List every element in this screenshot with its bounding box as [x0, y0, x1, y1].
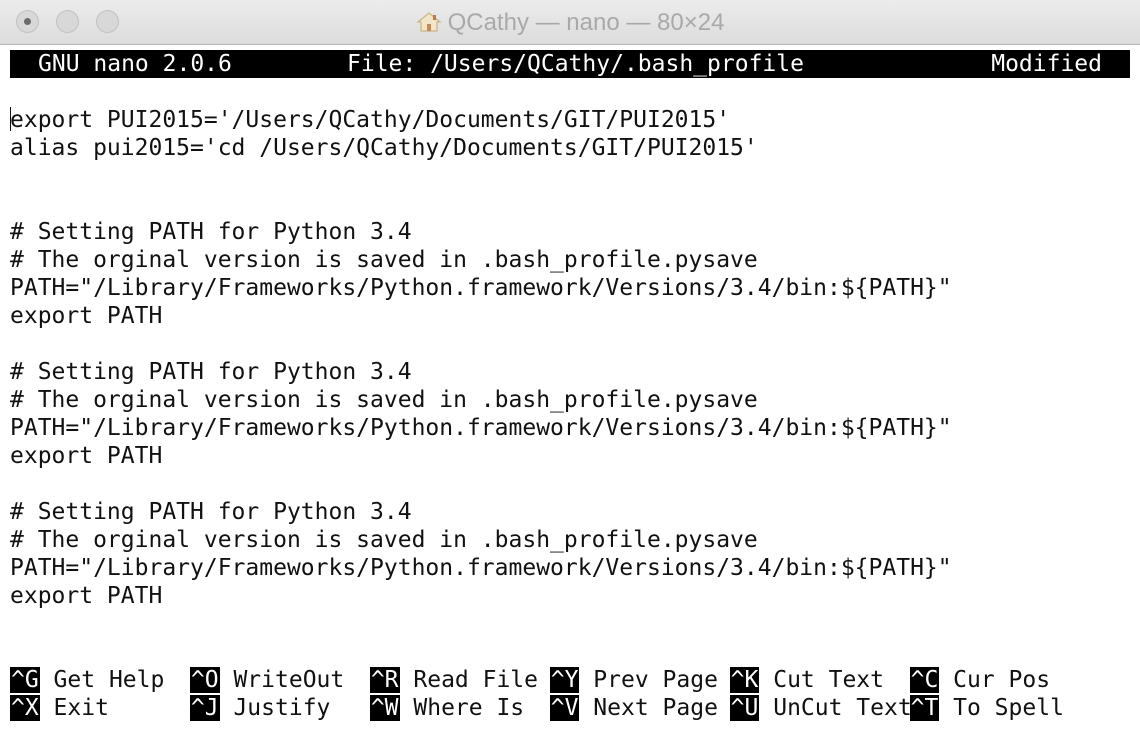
- shortcut-key: ^X: [10, 695, 40, 721]
- shortcut-label: Prev Page: [579, 667, 718, 693]
- shortcut-label: Read File: [399, 667, 539, 693]
- editor-line[interactable]: export PATH: [10, 302, 1130, 330]
- shortcut-key: ^U: [729, 695, 760, 721]
- editor-line[interactable]: export PATH: [10, 582, 1130, 610]
- editor-line[interactable]: # The orginal version is saved in .bash_…: [10, 526, 1130, 554]
- shortcut-justify[interactable]: ^J Justify: [189, 694, 331, 722]
- shortcut-key: ^R: [369, 667, 400, 693]
- shortcut-read-file[interactable]: ^R Read File: [369, 666, 539, 694]
- nano-version: GNU nano 2.0.6: [38, 51, 232, 77]
- shortcut-key: ^C: [909, 667, 940, 693]
- editor-line[interactable]: [10, 470, 1130, 498]
- shortcut-label: Cut Text: [759, 667, 884, 693]
- editor-line[interactable]: PATH="/Library/Frameworks/Python.framewo…: [10, 274, 1130, 302]
- editor-line[interactable]: [10, 78, 1130, 106]
- shortcut-cut-text[interactable]: ^K Cut Text: [729, 666, 884, 694]
- shortcut-to-spell[interactable]: ^T To Spell: [909, 694, 1064, 722]
- shortcut-key: ^V: [549, 695, 580, 721]
- shortcut-key: ^Y: [549, 667, 580, 693]
- editor-line[interactable]: PATH="/Library/Frameworks/Python.framewo…: [10, 414, 1130, 442]
- shortcut-key: ^J: [189, 695, 220, 721]
- home-folder-icon: [415, 11, 442, 33]
- shortcut-key: ^G: [10, 667, 40, 693]
- shortcut-label: Where Is: [399, 695, 525, 721]
- editor-line[interactable]: # The orginal version is saved in .bash_…: [10, 386, 1130, 414]
- nano-editor[interactable]: GNU nano 2.0.6 File: /Users/QCathy/.bash…: [10, 50, 1130, 610]
- editor-line[interactable]: # Setting PATH for Python 3.4: [10, 218, 1130, 246]
- editor-line[interactable]: export PATH: [10, 442, 1130, 470]
- shortcut-get-help[interactable]: ^G Get Help: [10, 666, 164, 694]
- window-title-container: QCathy — nano — 80×24: [0, 8, 1140, 38]
- shortcut-key: ^T: [909, 695, 940, 721]
- shortcut-next-page[interactable]: ^V Next Page: [549, 694, 718, 722]
- shortcut-label: Cur Pos: [939, 667, 1051, 693]
- editor-line[interactable]: [10, 162, 1130, 190]
- shortcut-key: ^O: [189, 667, 220, 693]
- shortcut-row-2: ^X Exit ^J Justify ^W Where Is ^V Next Page…: [10, 694, 1130, 722]
- title-bar[interactable]: QCathy — nano — 80×24: [0, 0, 1140, 45]
- shortcut-label: WriteOut: [219, 667, 345, 693]
- shortcut-bar: ^G Get Help ^O WriteOut ^R Read File ^Y Pre…: [10, 666, 1130, 722]
- shortcut-uncut-text[interactable]: ^U UnCut Text: [729, 694, 912, 722]
- shortcut-prev-page[interactable]: ^Y Prev Page: [549, 666, 718, 694]
- shortcut-label: Get Help: [39, 667, 165, 693]
- editor-line[interactable]: [10, 190, 1130, 218]
- shortcut-label: UnCut Text: [759, 695, 912, 721]
- shortcut-key: ^K: [729, 667, 760, 693]
- modified-indicator: Modified: [991, 51, 1102, 77]
- shortcut-row-1: ^G Get Help ^O WriteOut ^R Read File ^Y Pre…: [10, 666, 1130, 694]
- shortcut-where-is[interactable]: ^W Where Is: [369, 694, 525, 722]
- editor-line[interactable]: # The orginal version is saved in .bash_…: [10, 246, 1130, 274]
- editor-line[interactable]: # Setting PATH for Python 3.4: [10, 358, 1130, 386]
- editor-text-area[interactable]: export PUI2015='/Users/QCathy/Documents/…: [10, 78, 1130, 610]
- nano-status-bar: GNU nano 2.0.6 File: /Users/QCathy/.bash…: [10, 50, 1130, 78]
- shortcut-key: ^W: [369, 695, 400, 721]
- shortcut-label: Exit: [39, 695, 109, 721]
- editor-line[interactable]: export PUI2015='/Users/QCathy/Documents/…: [10, 106, 1130, 134]
- shortcut-cur-pos[interactable]: ^C Cur Pos: [909, 666, 1051, 694]
- shortcut-label: To Spell: [939, 695, 1064, 721]
- shortcut-writeout[interactable]: ^O WriteOut: [189, 666, 345, 694]
- editor-line[interactable]: alias pui2015='cd /Users/QCathy/Document…: [10, 134, 1130, 162]
- editor-line[interactable]: # Setting PATH for Python 3.4: [10, 498, 1130, 526]
- shortcut-label: Justify: [219, 695, 331, 721]
- editor-line[interactable]: [10, 330, 1130, 358]
- shortcut-label: Next Page: [579, 695, 718, 721]
- terminal-window: QCathy — nano — 80×24 GNU nano 2.0.6 Fil…: [0, 0, 1140, 732]
- editor-line[interactable]: PATH="/Library/Frameworks/Python.framewo…: [10, 554, 1130, 582]
- shortcut-exit[interactable]: ^X Exit: [10, 694, 109, 722]
- window-title: QCathy — nano — 80×24: [447, 9, 725, 36]
- file-name: File: /Users/QCathy/.bash_profile: [347, 51, 804, 77]
